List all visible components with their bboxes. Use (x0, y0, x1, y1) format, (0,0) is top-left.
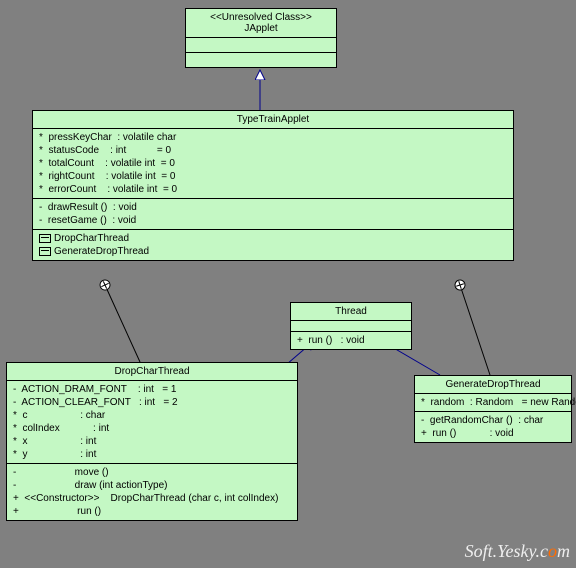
class-typetrainapplet: TypeTrainApplet * pressKeyChar : volatil… (32, 110, 514, 261)
op-row: + run () : void (419, 427, 567, 440)
op-row: + <<Constructor>> DropCharThread (char c… (11, 492, 293, 505)
attr-row: * errorCount : volatile int = 0 (37, 183, 509, 196)
nested-classes: DropCharThread GenerateDropThread (33, 229, 513, 260)
class-name: Thread (291, 303, 411, 320)
attr-row: * pressKeyChar : volatile char (37, 131, 509, 144)
class-title: <<Unresolved Class>> JApplet (186, 9, 336, 37)
op-row: - drawResult () : void (37, 201, 509, 214)
op-row: + run () (11, 505, 293, 518)
op-row: - draw (int actionType) (11, 479, 293, 492)
class-icon (39, 234, 51, 243)
class-name: TypeTrainApplet (33, 111, 513, 128)
op-row: - move () (11, 466, 293, 479)
nested-item: GenerateDropThread (37, 245, 509, 258)
operations: - drawResult () : void - resetGame () : … (33, 198, 513, 229)
attr-row: * rightCount : volatile int = 0 (37, 170, 509, 183)
attr-row: - ACTION_DRAM_FONT : int = 1 (11, 383, 293, 396)
attr-row: * statusCode : int = 0 (37, 144, 509, 157)
operations: + run () : void (291, 331, 411, 349)
attributes: * pressKeyChar : volatile char * statusC… (33, 128, 513, 198)
attributes: * random : Random = new Random() (415, 393, 571, 411)
class-name: GenerateDropThread (415, 376, 571, 393)
watermark: Soft.Yesky.com (465, 541, 570, 562)
op-row: + run () : void (295, 334, 407, 347)
class-dropcharthread: DropCharThread - ACTION_DRAM_FONT : int … (6, 362, 298, 521)
attr-row: * colIndex : int (11, 422, 293, 435)
attr-row: * c : char (11, 409, 293, 422)
op-row: - resetGame () : void (37, 214, 509, 227)
operations: - getRandomChar () : char + run () : voi… (415, 411, 571, 442)
class-japplet: <<Unresolved Class>> JApplet (185, 8, 337, 68)
class-name: JApplet (190, 23, 332, 34)
operations: - move () - draw (int actionType) + <<Co… (7, 463, 297, 520)
attr-row: * x : int (11, 435, 293, 448)
nested-item: DropCharThread (37, 232, 509, 245)
class-icon (39, 247, 51, 256)
attr-row: * y : int (11, 448, 293, 461)
class-name: DropCharThread (7, 363, 297, 380)
attr-row: * totalCount : volatile int = 0 (37, 157, 509, 170)
stereotype: <<Unresolved Class>> (190, 12, 332, 23)
op-row: - getRandomChar () : char (419, 414, 567, 427)
attr-row: * random : Random = new Random() (419, 396, 567, 409)
class-thread: Thread + run () : void (290, 302, 412, 350)
attributes: - ACTION_DRAM_FONT : int = 1 - ACTION_CL… (7, 380, 297, 463)
attr-row: - ACTION_CLEAR_FONT : int = 2 (11, 396, 293, 409)
class-generatedropthread: GenerateDropThread * random : Random = n… (414, 375, 572, 443)
